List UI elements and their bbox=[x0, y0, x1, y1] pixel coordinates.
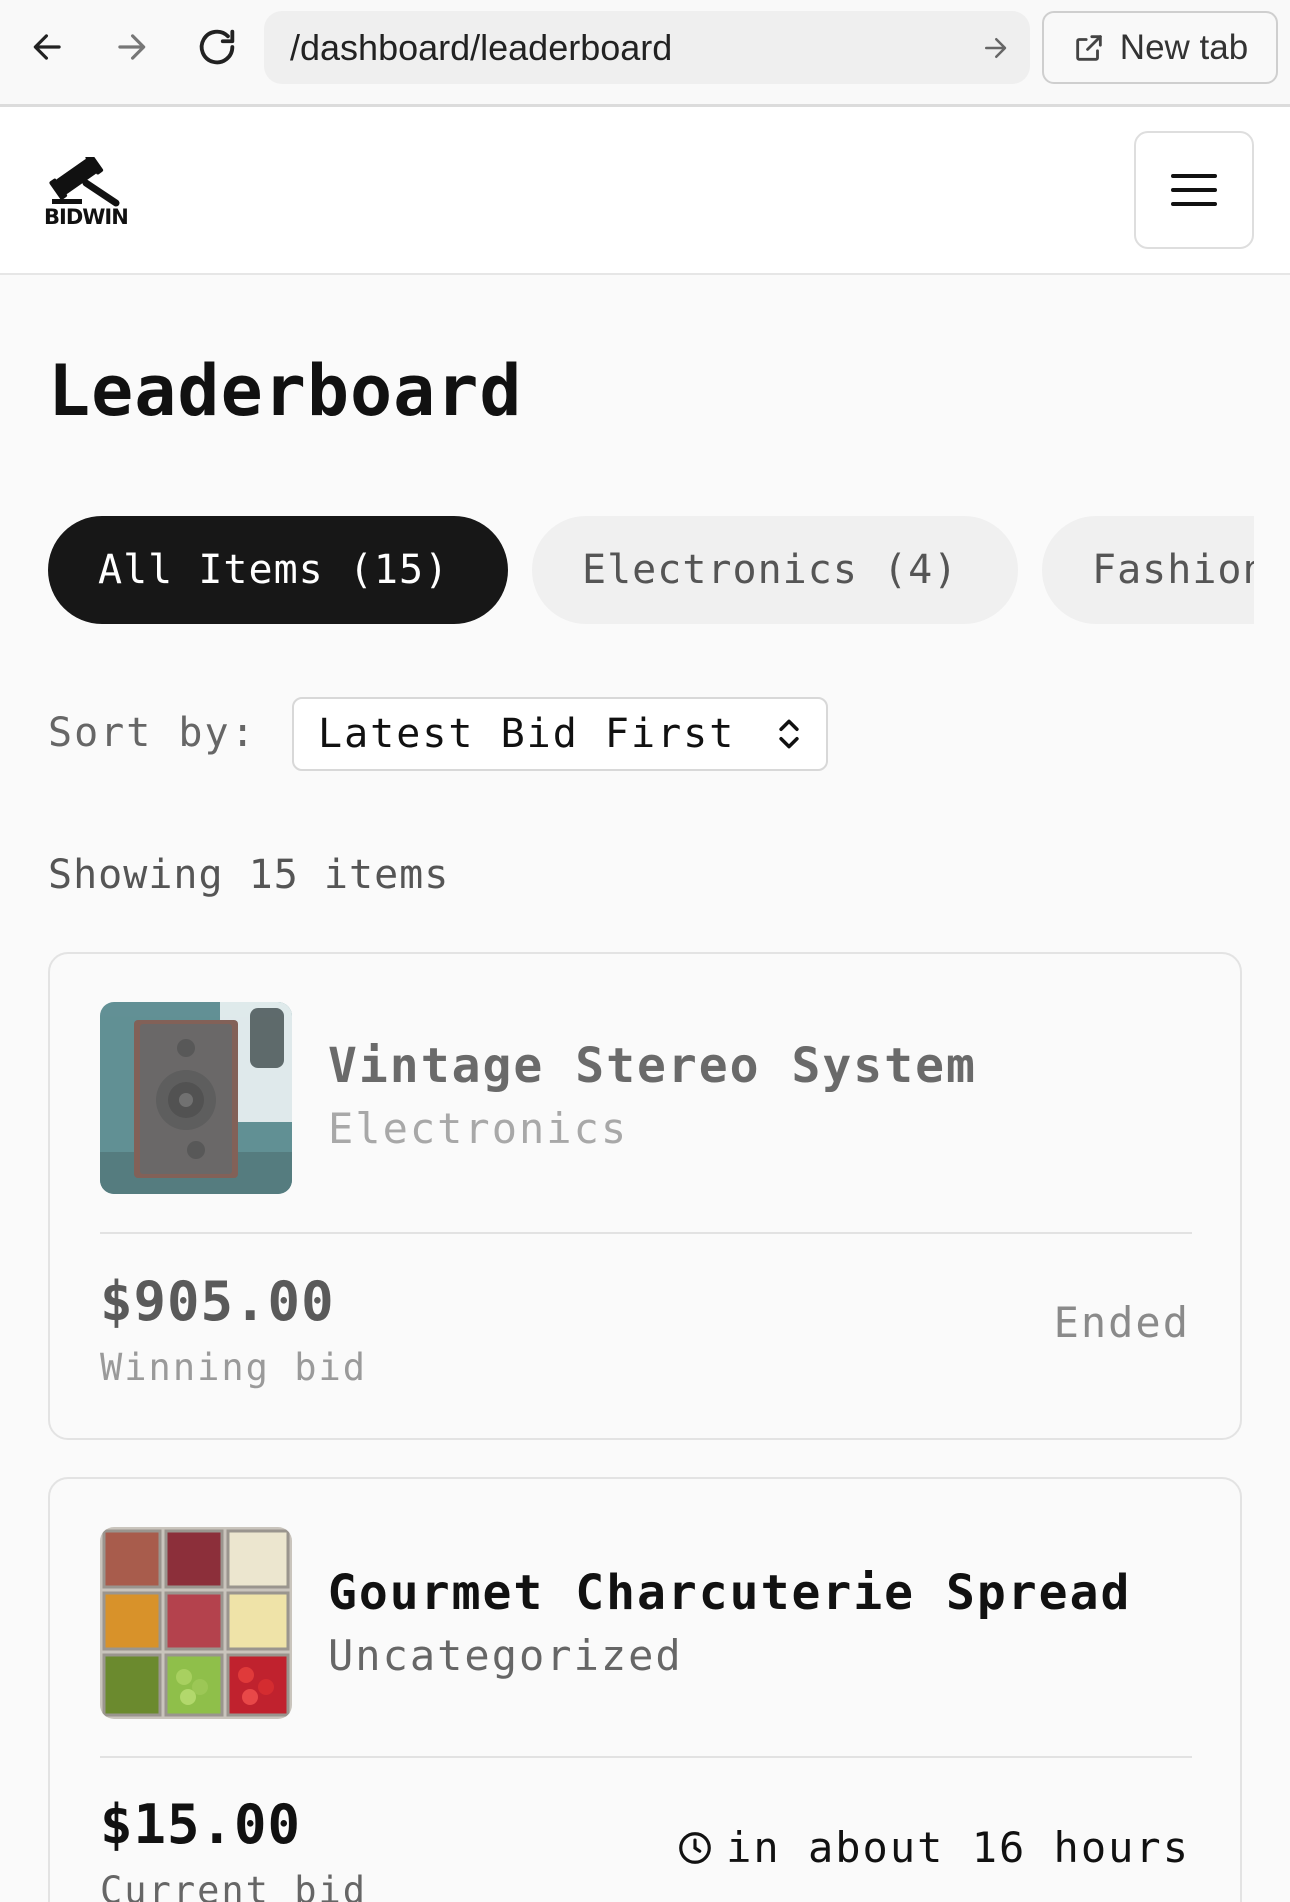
charcuterie-image bbox=[100, 1527, 292, 1719]
tab-all-items[interactable]: All Items (15) bbox=[48, 516, 508, 624]
card-divider bbox=[100, 1756, 1192, 1758]
logo-text: BIDWIN bbox=[44, 205, 129, 229]
site-header: BIDWIN bbox=[0, 107, 1290, 275]
leaderboard-item-card[interactable]: Vintage Stereo System Electronics $905.0… bbox=[48, 952, 1242, 1440]
url-bar[interactable]: /dashboard/leaderboard bbox=[264, 11, 1030, 84]
chevron-up-down-icon bbox=[779, 719, 799, 749]
status-text: Ended bbox=[1053, 1298, 1190, 1347]
item-price: $15.00 bbox=[100, 1793, 302, 1856]
leaderboard-item-card[interactable]: Gourmet Charcuterie Spread Uncategorized… bbox=[48, 1477, 1242, 1902]
url-text: /dashboard/leaderboard bbox=[290, 27, 673, 68]
status-text: in about 16 hours bbox=[726, 1823, 1190, 1872]
bid-label: Current bid bbox=[100, 1869, 368, 1902]
item-price: $905.00 bbox=[100, 1270, 335, 1333]
hamburger-menu-icon bbox=[1171, 174, 1217, 206]
tab-electronics[interactable]: Electronics (4) bbox=[532, 516, 1018, 624]
page-title: Leaderboard bbox=[48, 350, 523, 432]
sort-selected-value: Latest Bid First bbox=[318, 711, 736, 757]
bidwin-logo[interactable]: BIDWIN bbox=[44, 157, 134, 237]
reload-button[interactable] bbox=[187, 17, 247, 77]
item-name: Gourmet Charcuterie Spread bbox=[328, 1565, 1132, 1621]
item-name: Vintage Stereo System bbox=[328, 1038, 977, 1094]
external-link-icon bbox=[1076, 34, 1102, 61]
tab-label: Electronics (4) bbox=[582, 547, 959, 593]
bid-label: Winning bid bbox=[100, 1346, 368, 1389]
item-thumbnail bbox=[100, 1002, 292, 1194]
arrow-right-icon bbox=[118, 34, 146, 60]
category-tabs: All Items (15) Electronics (4) Fashion bbox=[48, 516, 1254, 626]
menu-button[interactable] bbox=[1134, 131, 1254, 249]
item-category: Uncategorized bbox=[328, 1631, 683, 1680]
new-tab-button[interactable]: New tab bbox=[1042, 11, 1278, 84]
gavel-icon bbox=[49, 157, 120, 207]
card-divider bbox=[100, 1232, 1192, 1234]
sort-select[interactable]: Latest Bid First bbox=[292, 697, 828, 771]
item-category: Electronics bbox=[328, 1104, 629, 1153]
new-tab-label: New tab bbox=[1119, 27, 1249, 67]
clock-icon bbox=[679, 1831, 711, 1864]
go-arrow-icon[interactable] bbox=[980, 33, 1010, 63]
tab-label: All Items (15) bbox=[98, 547, 450, 593]
back-button[interactable] bbox=[18, 17, 78, 77]
arrow-left-icon bbox=[33, 34, 61, 60]
item-thumbnail bbox=[100, 1527, 292, 1719]
tab-fashion[interactable]: Fashion bbox=[1042, 516, 1254, 624]
sort-label: Sort by: bbox=[48, 710, 257, 756]
results-count: Showing 15 items bbox=[48, 852, 450, 898]
speaker-image bbox=[100, 1002, 292, 1194]
auction-status: Ended bbox=[1054, 1298, 1190, 1347]
auction-status: in about 16 hours bbox=[676, 1823, 1190, 1872]
forward-button[interactable] bbox=[101, 17, 161, 77]
browser-toolbar: /dashboard/leaderboard New tab bbox=[0, 0, 1290, 107]
reload-icon bbox=[199, 29, 235, 65]
tab-label: Fashion bbox=[1092, 547, 1254, 593]
